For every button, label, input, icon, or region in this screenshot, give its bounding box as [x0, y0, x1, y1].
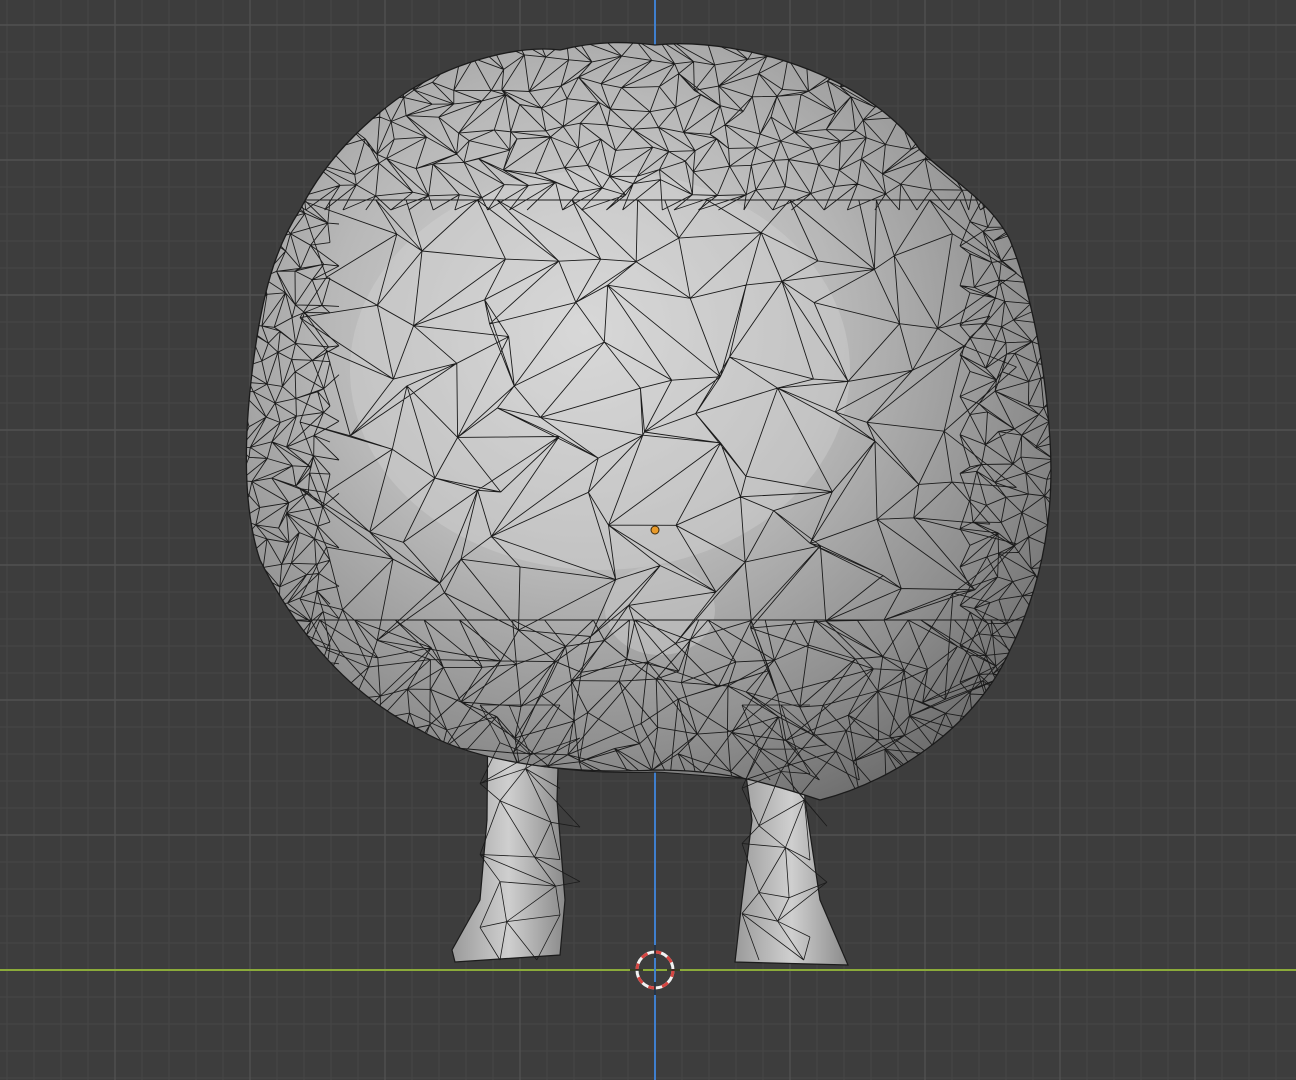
sheep-nose: [605, 565, 715, 655]
object-origin-dot: [650, 525, 660, 535]
viewport-canvas[interactable]: [0, 0, 1296, 1080]
3d-viewport[interactable]: [0, 0, 1296, 1080]
